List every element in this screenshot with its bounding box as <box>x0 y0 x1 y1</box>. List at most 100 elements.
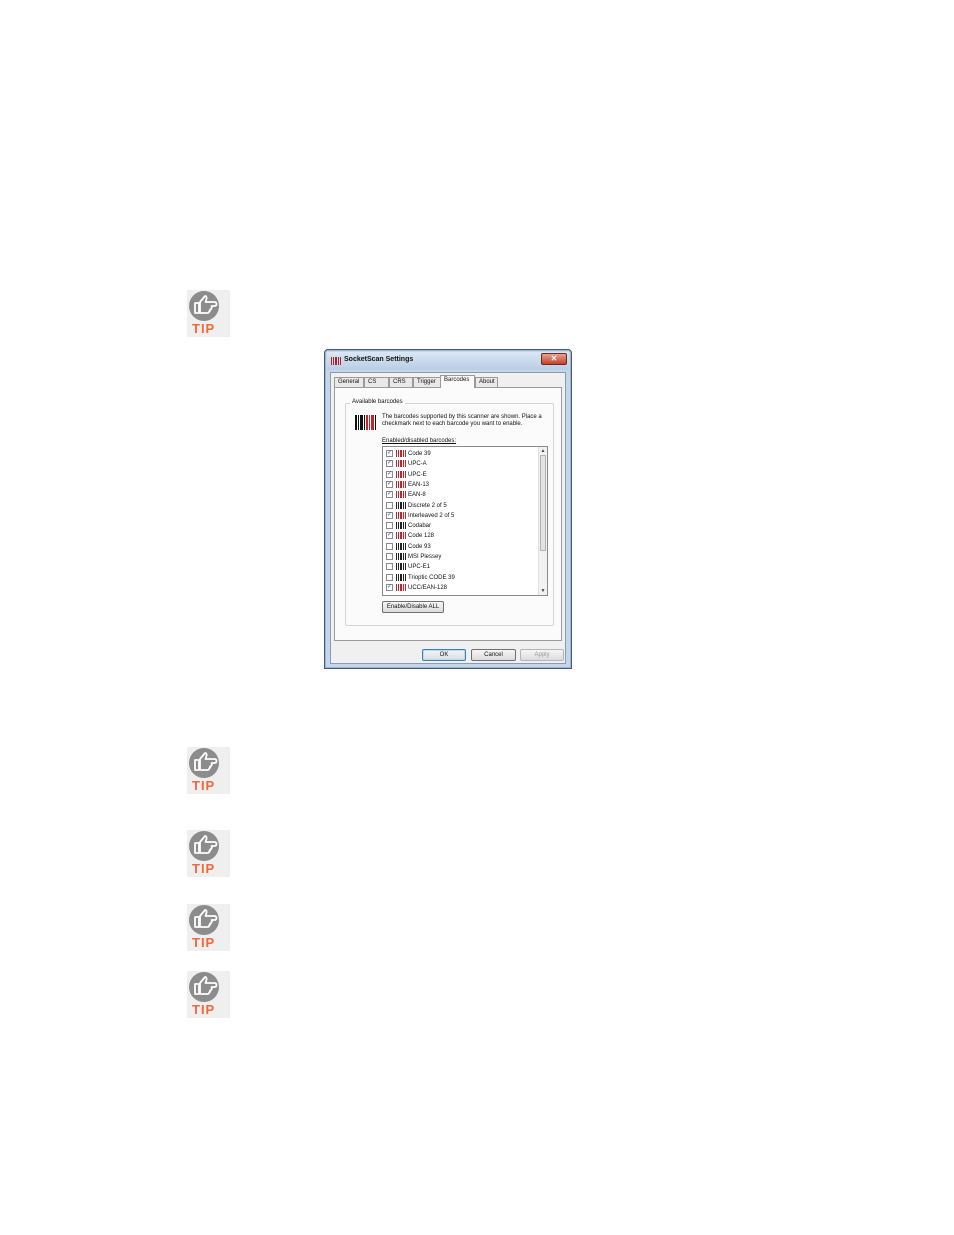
button-label: Enable/Disable ALL <box>386 604 440 610</box>
apply-button: Apply <box>520 649 564 661</box>
barcode-checkbox[interactable] <box>386 522 393 530</box>
barcode-disabled-icon <box>396 542 406 550</box>
scroll-down-icon[interactable]: ▼ <box>540 588 546 594</box>
pointing-hand-icon <box>189 748 219 778</box>
scroll-up-icon[interactable]: ▲ <box>540 448 546 454</box>
barcode-label: UPC-E1 <box>408 564 431 571</box>
close-button[interactable]: ✕ <box>541 353 567 365</box>
barcode-enabled-icon <box>396 460 406 468</box>
list-item[interactable]: MSI Plessey <box>386 552 536 562</box>
barcode-label: UPC-E <box>408 471 427 478</box>
list-item[interactable]: Discrete 2 of 5 <box>386 501 536 511</box>
tip-badge: TIP <box>187 830 230 877</box>
tip-badge: TIP <box>187 747 230 794</box>
enable-disable-all-button[interactable]: Enable/Disable ALL <box>382 601 444 613</box>
tip-label: TIP <box>192 861 216 876</box>
tip-label: TIP <box>192 778 216 793</box>
ok-button[interactable]: OK <box>422 649 466 661</box>
barcode-enabled-icon <box>396 470 406 478</box>
tab-about[interactable]: About <box>475 377 498 387</box>
list-item[interactable]: Trioptic CODE 39 <box>386 573 536 583</box>
tip-badge: TIP <box>187 904 230 951</box>
barcode-label: Trioptic CODE 39 <box>408 574 455 581</box>
barcode-checkbox[interactable] <box>386 542 393 550</box>
list-item[interactable]: Codabar <box>386 521 536 531</box>
group-title: Available barcodes <box>350 399 405 405</box>
barcode-enabled-icon <box>396 583 406 591</box>
scrollbar-thumb[interactable] <box>540 455 546 551</box>
barcode-label: UPC-A <box>408 461 427 468</box>
barcode-checkbox[interactable]: ✓ <box>386 460 393 468</box>
list-item[interactable]: ✓ EAN-8 <box>386 490 536 500</box>
app-barcode-icon <box>331 357 341 365</box>
barcode-list[interactable]: ✓ UCC/EAN-128 Trioptic CODE 39 UPC-E1 MSI Pl… <box>382 446 548 596</box>
barcode-label: Code 93 <box>408 543 431 550</box>
button-label: Cancel <box>484 652 503 658</box>
tab-cs[interactable]: CS <box>364 377 389 387</box>
tip-badge: TIP <box>187 290 230 337</box>
tab-barcodes[interactable]: Barcodes <box>440 375 475 388</box>
button-label: OK <box>439 652 449 658</box>
barcode-checkbox[interactable] <box>386 573 393 581</box>
barcode-enabled-icon <box>396 450 406 457</box>
barcode-checkbox[interactable]: ✓ <box>386 470 393 478</box>
barcode-scanner-icon <box>354 414 376 431</box>
barcode-enabled-icon <box>396 511 406 519</box>
list-item[interactable]: ✓ UPC-A <box>386 459 536 469</box>
barcode-checkbox[interactable]: ✓ <box>386 480 393 488</box>
barcode-disabled-icon <box>396 553 406 560</box>
barcode-enabled-icon <box>396 480 406 488</box>
barcode-checkbox[interactable]: ✓ <box>386 583 393 591</box>
tab-trigger[interactable]: Trigger <box>413 377 441 387</box>
barcode-label: Codabar <box>408 523 432 530</box>
barcode-checkbox[interactable] <box>386 501 393 509</box>
tab-label: About <box>479 379 495 385</box>
barcodes-panel: Available barcodes The barcodes supporte… <box>334 387 562 641</box>
dialog-client: General CS CRS Trigger Barcodes About Av… <box>330 372 566 664</box>
tip-label: TIP <box>192 935 216 950</box>
tab-label: General <box>338 379 360 385</box>
list-item[interactable]: ✓ Interleaved 2 of 5 <box>386 511 536 521</box>
barcode-disabled-icon <box>396 573 406 581</box>
list-item[interactable]: ✓ Code 39 <box>386 449 536 459</box>
available-barcodes-group: Available barcodes The barcodes supporte… <box>345 399 554 626</box>
barcode-disabled-icon <box>396 501 406 509</box>
list-item[interactable]: ✓ UPC-E <box>386 470 536 480</box>
barcode-checkbox[interactable] <box>386 553 393 560</box>
tip-badge: TIP <box>187 971 230 1018</box>
list-item[interactable]: UPC-E1 <box>386 562 536 572</box>
barcode-checkbox[interactable]: ✓ <box>386 511 393 519</box>
pointing-hand-icon <box>189 291 219 321</box>
list-item[interactable]: Code 93 <box>386 542 536 552</box>
list-item[interactable]: ✓ UCC/EAN-128 <box>386 583 536 593</box>
barcode-label: Code 128 <box>408 533 435 540</box>
barcode-checkbox[interactable]: ✓ <box>386 532 393 540</box>
cancel-button[interactable]: Cancel <box>471 649 516 661</box>
vertical-scrollbar[interactable]: ▲ ▼ <box>538 447 547 595</box>
barcode-label: Code 39 <box>408 451 431 457</box>
description-text: The barcodes supported by this scanner a… <box>382 414 542 427</box>
barcode-enabled-icon <box>396 491 406 499</box>
tip-label: TIP <box>192 1002 216 1017</box>
barcode-disabled-icon <box>396 522 406 530</box>
title-bar[interactable]: SocketScan Settings ✕ <box>327 352 569 370</box>
barcode-checkbox[interactable] <box>386 563 393 571</box>
pointing-hand-icon <box>189 831 219 861</box>
tab-label: Trigger <box>417 379 436 385</box>
tab-crs[interactable]: CRS <box>389 377 413 387</box>
barcode-checkbox[interactable]: ✓ <box>386 491 393 499</box>
list-item[interactable]: ✓ EAN-13 <box>386 480 536 490</box>
tab-label: Barcodes <box>444 377 470 383</box>
tab-label: CRS <box>393 379 406 385</box>
tab-label: CS <box>368 379 377 385</box>
barcode-checkbox[interactable]: ✓ <box>386 450 393 457</box>
pointing-hand-icon <box>189 972 219 1002</box>
barcode-label: Interleaved 2 of 5 <box>408 512 455 519</box>
list-label: Enabled/disabled barcodes: <box>382 438 457 444</box>
barcode-disabled-icon <box>396 563 406 571</box>
tab-general[interactable]: General <box>334 377 364 387</box>
barcode-label: UCC/EAN-128 <box>408 584 448 591</box>
barcode-label: MSI Plessey <box>408 554 442 560</box>
list-item[interactable]: ✓ Code 128 <box>386 531 536 541</box>
barcode-enabled-icon <box>396 532 406 540</box>
